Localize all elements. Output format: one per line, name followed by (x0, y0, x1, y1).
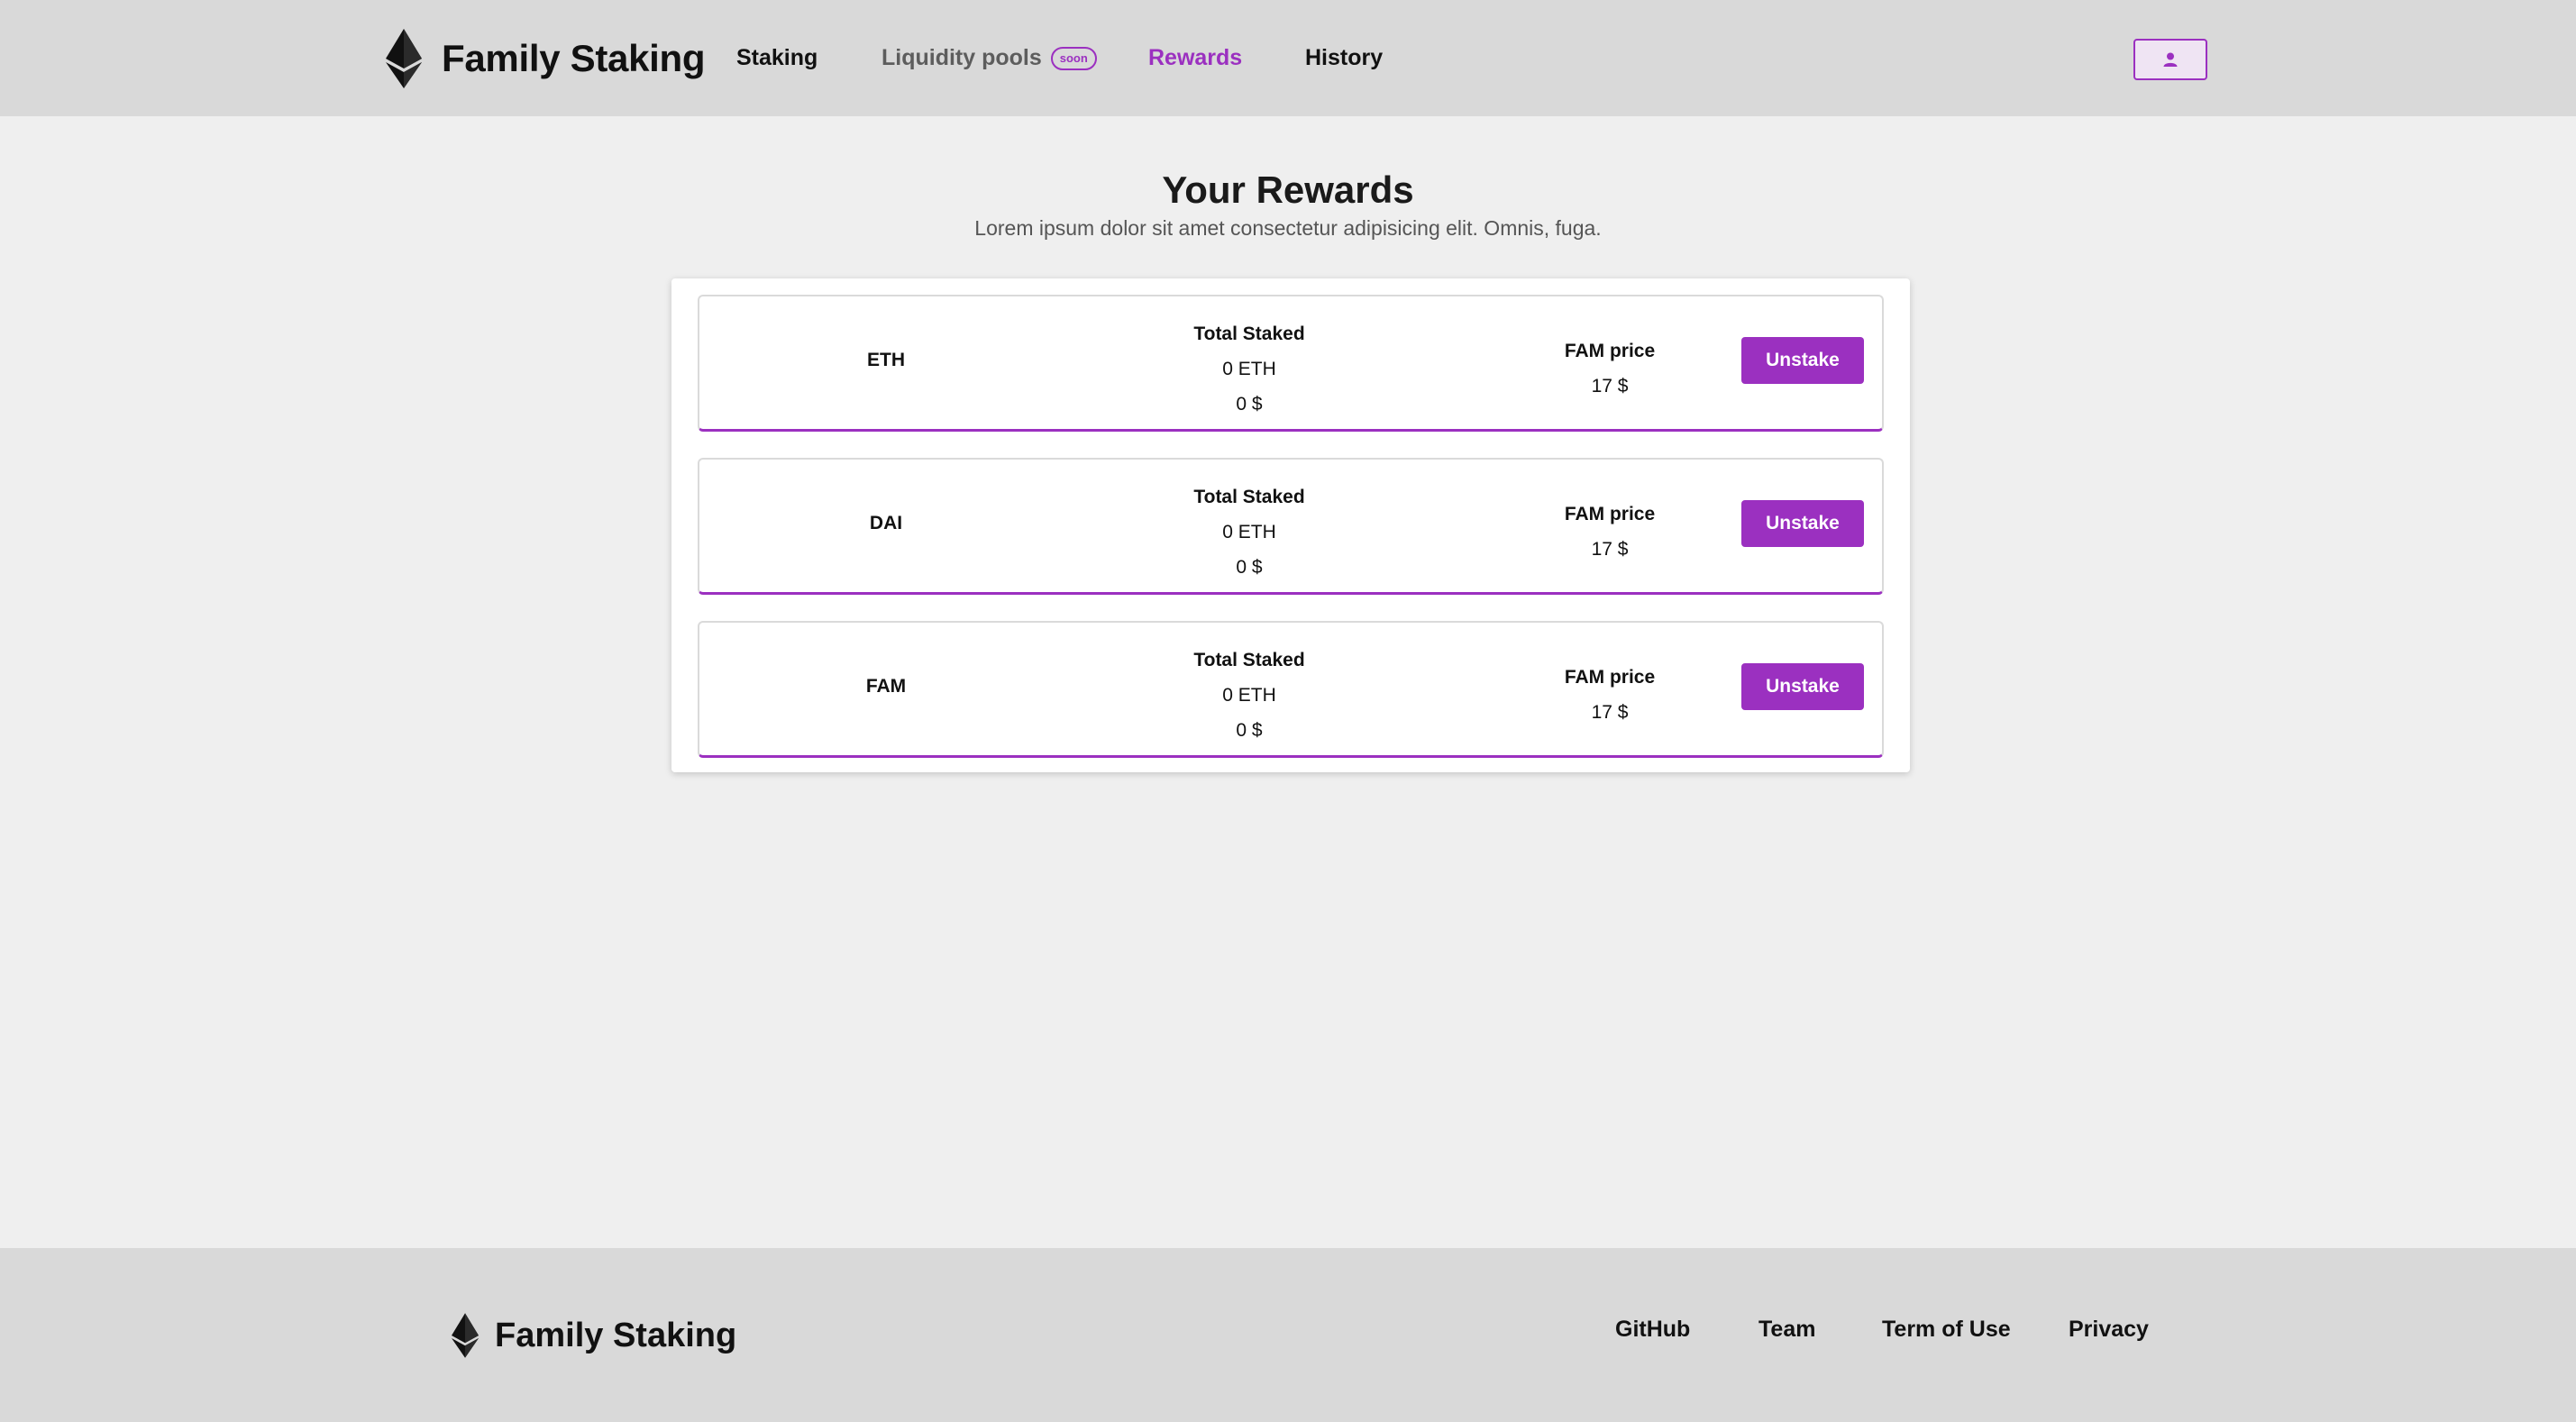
ethereum-logo-icon (386, 29, 422, 88)
token-name: FAM (865, 676, 907, 697)
nav-staking[interactable]: Staking (736, 45, 818, 71)
rewards-panel: ETH Total Staked 0 ETH 0 $ FAM price 17 … (671, 278, 1910, 772)
footer-link-terms[interactable]: Term of Use (1882, 1317, 2011, 1343)
staked-amount: 0 ETH (1222, 359, 1276, 379)
unstake-button[interactable]: Unstake (1741, 500, 1864, 547)
total-staked-label: Total Staked (1193, 487, 1305, 507)
token-name: DAI (869, 513, 903, 533)
reward-card-eth: ETH Total Staked 0 ETH 0 $ FAM price 17 … (698, 295, 1884, 432)
brand-name: Family Staking (442, 37, 706, 79)
total-staked: Total Staked 0 ETH 0 $ (1114, 479, 1384, 585)
footer-link-github[interactable]: GitHub (1615, 1317, 1690, 1343)
staked-usd: 0 $ (1236, 557, 1263, 578)
fam-price-label: FAM price (1564, 341, 1656, 361)
brand[interactable]: Family Staking (386, 29, 706, 88)
nav-liquidity-label: Liquidity pools (882, 45, 1042, 70)
fam-price: FAM price 17 $ (1475, 660, 1745, 730)
fam-price-label: FAM price (1564, 667, 1656, 688)
nav-rewards[interactable]: Rewards (1148, 45, 1242, 71)
soon-badge: soon (1050, 46, 1097, 70)
top-navbar: Family Staking Staking Liquidity pools s… (0, 0, 2576, 116)
fam-price-value: 17 $ (1591, 702, 1629, 723)
staked-amount: 0 ETH (1222, 685, 1276, 706)
footer-brand[interactable]: Family Staking (452, 1313, 736, 1358)
total-staked: Total Staked 0 ETH 0 $ (1114, 643, 1384, 748)
footer-link-privacy[interactable]: Privacy (2069, 1317, 2149, 1343)
account-button[interactable] (2133, 39, 2207, 80)
page-title: Your Rewards (1162, 169, 1414, 211)
reward-card-fam: FAM Total Staked 0 ETH 0 $ FAM price 17 … (698, 621, 1884, 758)
fam-price-value: 17 $ (1591, 376, 1629, 397)
nav-history[interactable]: History (1305, 45, 1383, 71)
staked-usd: 0 $ (1236, 394, 1263, 415)
total-staked-label: Total Staked (1193, 650, 1305, 670)
fam-price: FAM price 17 $ (1475, 333, 1745, 404)
unstake-button[interactable]: Unstake (1741, 337, 1864, 384)
user-icon (2163, 52, 2178, 67)
staked-amount: 0 ETH (1222, 522, 1276, 542)
footer-link-team[interactable]: Team (1758, 1317, 1815, 1343)
footer-brand-name: Family Staking (495, 1316, 737, 1354)
reward-card-dai: DAI Total Staked 0 ETH 0 $ FAM price 17 … (698, 458, 1884, 595)
fam-price-label: FAM price (1564, 504, 1656, 524)
unstake-button[interactable]: Unstake (1741, 663, 1864, 710)
total-staked: Total Staked 0 ETH 0 $ (1114, 316, 1384, 422)
token-name: ETH (867, 350, 905, 370)
ethereum-logo-icon (452, 1313, 479, 1358)
total-staked-label: Total Staked (1193, 324, 1305, 344)
page-subtitle: Lorem ipsum dolor sit amet consectetur a… (974, 216, 1602, 240)
footer: Family Staking GitHub Team Term of Use P… (0, 1248, 2576, 1422)
fam-price: FAM price 17 $ (1475, 497, 1745, 567)
staked-usd: 0 $ (1236, 720, 1263, 741)
fam-price-value: 17 $ (1591, 539, 1629, 560)
nav-liquidity-pools[interactable]: Liquidity pools soon (882, 45, 1097, 71)
